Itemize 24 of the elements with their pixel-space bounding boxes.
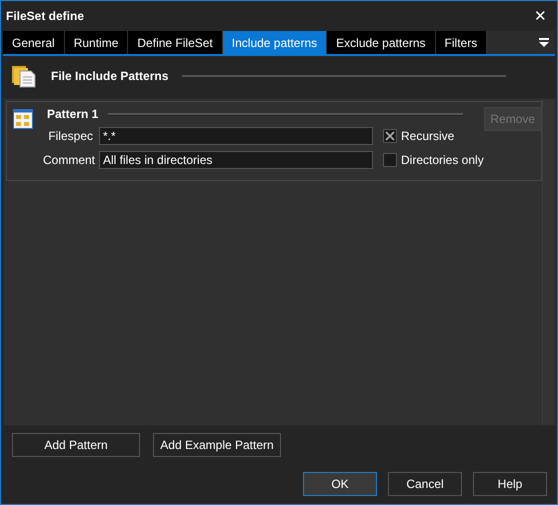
field-label: Filespec [47, 129, 94, 143]
dropdown-icon[interactable] [539, 38, 549, 48]
comment-field[interactable]: All files in directories [99, 151, 373, 169]
dialog-button[interactable]: Cancel [388, 472, 462, 496]
checkbox-label: Recursive [401, 129, 454, 143]
checkbox[interactable] [383, 153, 397, 167]
tab[interactable]: Exclude patterns [327, 31, 436, 54]
tab[interactable]: General [3, 31, 65, 54]
window-title: FileSet define [6, 9, 84, 23]
dialog-button[interactable]: OK [303, 472, 377, 496]
field-label: Comment [43, 153, 96, 167]
dialog-button[interactable]: Help [473, 472, 547, 496]
documents-icon [11, 64, 37, 88]
checkbox[interactable] [383, 129, 397, 143]
tab[interactable]: Filters [436, 31, 488, 54]
tab[interactable]: Include patterns [222, 31, 328, 54]
section-title: File Include Patterns [51, 69, 168, 83]
action-button[interactable]: Add Pattern [12, 433, 140, 457]
checkbox-label: Directories only [401, 153, 484, 167]
action-button[interactable]: Add Example Pattern [153, 433, 281, 457]
tab[interactable]: Runtime [64, 31, 128, 54]
tab[interactable]: Define FileSet [128, 31, 223, 54]
pattern-title: Pattern 1 [47, 107, 98, 121]
filespec-field[interactable]: *.* [99, 127, 373, 145]
